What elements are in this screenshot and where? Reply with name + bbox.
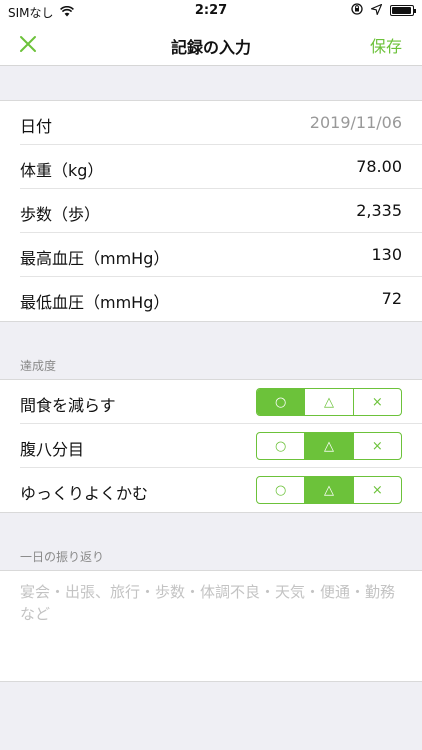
close-icon	[14, 36, 42, 62]
weight-value[interactable]: 78.00	[356, 157, 402, 176]
rating-option-good[interactable]: ○	[257, 433, 304, 459]
goal-row: 間食を減らす ○ △ ×	[20, 380, 422, 424]
diastolic-row[interactable]: 最低血圧（mmHg） 72	[20, 277, 422, 321]
goal-row: ゆっくりよくかむ ○ △ ×	[20, 468, 422, 512]
rating-option-good[interactable]: ○	[257, 477, 304, 503]
goal-label: ゆっくりよくかむ	[20, 484, 149, 503]
systolic-row[interactable]: 最高血圧（mmHg） 130	[20, 233, 422, 277]
nav-bar: 記録の入力 保存	[0, 22, 422, 66]
rotation-lock-icon	[351, 3, 363, 18]
rating-option-fair[interactable]: △	[304, 389, 352, 415]
rating-option-fair[interactable]: △	[304, 433, 353, 459]
page-title: 記録の入力	[170, 38, 251, 57]
weight-row[interactable]: 体重（kg） 78.00	[20, 145, 422, 189]
systolic-label: 最高血圧（mmHg）	[20, 249, 170, 268]
goal-label: 間食を減らす	[20, 396, 116, 415]
location-icon	[370, 3, 383, 18]
date-label: 日付	[20, 117, 53, 136]
rating-option-poor[interactable]: ×	[352, 389, 401, 415]
rating-segmented-control: ○ △ ×	[256, 476, 402, 504]
reflection-textarea[interactable]	[0, 571, 422, 681]
record-group: 日付 2019/11/06 体重（kg） 78.00 歩数（歩） 2,335 最…	[0, 100, 422, 322]
systolic-value[interactable]: 130	[371, 245, 402, 264]
steps-row[interactable]: 歩数（歩） 2,335	[20, 189, 422, 233]
rating-option-poor[interactable]: ×	[352, 433, 401, 459]
rating-option-poor[interactable]: ×	[352, 477, 401, 503]
close-button[interactable]	[14, 30, 42, 58]
diastolic-label: 最低血圧（mmHg）	[20, 293, 170, 312]
achievement-section-title: 達成度	[20, 359, 57, 373]
steps-label: 歩数（歩）	[20, 205, 101, 224]
goal-row: 腹八分目 ○ △ ×	[20, 424, 422, 468]
diastolic-value[interactable]: 72	[382, 289, 402, 308]
goal-label: 腹八分目	[20, 440, 85, 459]
reflection-box	[0, 570, 422, 682]
rating-option-fair[interactable]: △	[304, 477, 353, 503]
achievement-group: 間食を減らす ○ △ × 腹八分目 ○ △ × ゆっくりよくかむ ○ △ ×	[0, 379, 422, 513]
weight-label: 体重（kg）	[20, 161, 104, 180]
date-value[interactable]: 2019/11/06	[310, 113, 402, 132]
status-bar: SIMなし 2:27	[0, 0, 422, 22]
steps-value[interactable]: 2,335	[356, 201, 402, 220]
rating-option-good[interactable]: ○	[257, 389, 305, 415]
rating-segmented-control: ○ △ ×	[256, 388, 402, 416]
status-right	[351, 3, 416, 18]
save-button[interactable]: 保存	[370, 33, 402, 57]
reflection-section-title: 一日の振り返り	[20, 550, 105, 564]
rating-segmented-control: ○ △ ×	[256, 432, 402, 460]
date-row[interactable]: 日付 2019/11/06	[20, 101, 422, 145]
battery-icon	[390, 5, 416, 16]
